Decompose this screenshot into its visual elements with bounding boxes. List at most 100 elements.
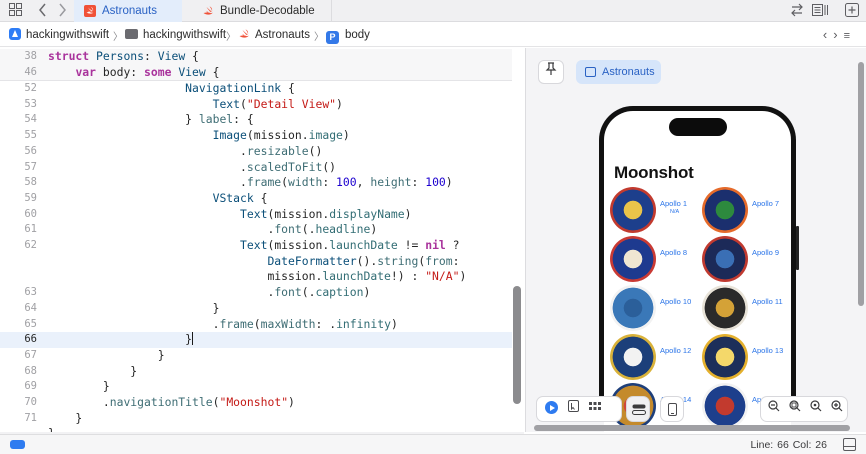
- breadcrumb-symbol[interactable]: Pbody: [326, 28, 370, 44]
- mission-cell[interactable]: Apollo 9: [696, 236, 788, 284]
- mission-cell[interactable]: Apollo 8: [604, 236, 696, 284]
- code-text: Text(mission.launchDate != nil ?: [240, 238, 460, 252]
- code-line[interactable]: 46 var body: some View {: [0, 64, 512, 81]
- code-line[interactable]: 54 } label: {: [0, 112, 512, 128]
- canvas-horizontal-scrollbar[interactable]: [534, 425, 850, 431]
- code-line[interactable]: 55 Image(mission.image): [0, 128, 512, 144]
- breadcrumb-folder[interactable]: hackingwithswift: [125, 28, 226, 42]
- line-number: 71: [24, 411, 37, 424]
- preview-device-label: Astronauts: [602, 66, 655, 78]
- code-editor[interactable]: 38 struct Persons: View {46 var body: som…: [0, 48, 524, 432]
- breadcrumb-separator-icon: 〉: [314, 32, 324, 43]
- line-number: 69: [24, 380, 37, 393]
- code-line[interactable]: 60 Text(mission.displayName): [0, 207, 512, 223]
- text-caret: [192, 332, 194, 346]
- code-line[interactable]: 53 Text("Detail View"): [0, 97, 512, 113]
- device-settings-icon: [632, 404, 646, 415]
- zoom-out-button[interactable]: [763, 397, 785, 421]
- mission-cell[interactable]: Apollo 7: [696, 187, 788, 235]
- issue-navigation: ‹›≡: [823, 27, 856, 42]
- line-number: 62: [24, 239, 37, 251]
- tab-label: Astronauts: [102, 5, 157, 17]
- code-line[interactable]: 70 .navigationTitle("Moonshot"): [0, 395, 512, 411]
- code-line[interactable]: 57 .scaledToFit(): [0, 160, 512, 176]
- line-number: 55: [24, 129, 37, 142]
- code-line[interactable]: 58 .frame(width: 100, height: 100): [0, 175, 512, 191]
- code-line[interactable]: 64 }: [0, 301, 512, 317]
- add-editor-icon[interactable]: [845, 3, 859, 21]
- code-line[interactable]: 38 struct Persons: View {: [0, 49, 512, 65]
- grid-icon[interactable]: [9, 3, 22, 20]
- code-text: Text("Detail View"): [212, 96, 343, 111]
- device-orientation-button[interactable]: [660, 396, 684, 422]
- code-text: DateFormatter().string(from:: [267, 253, 460, 268]
- editor-options-icon[interactable]: [812, 3, 830, 21]
- zoom-fit-button[interactable]: [784, 397, 806, 421]
- code-line[interactable]: 56 .resizable(): [0, 144, 512, 160]
- line-number: 57: [24, 160, 37, 173]
- previous-issue-icon[interactable]: ‹: [823, 27, 833, 42]
- pin-preview-button[interactable]: [538, 60, 564, 84]
- zoom-in-button[interactable]: [826, 397, 848, 421]
- code-text: mission.launchDate!) : "N/A"): [48, 269, 467, 284]
- code-line[interactable]: mission.launchDate!) : "N/A"): [0, 269, 512, 285]
- code-text: }: [48, 379, 110, 394]
- code-line[interactable]: 69 }: [0, 379, 512, 395]
- tab-astronauts[interactable]: Astronauts: [74, 0, 182, 22]
- code-line[interactable]: 71 }: [0, 411, 512, 427]
- mission-badge-image: [702, 285, 748, 331]
- mission-cell[interactable]: Apollo 10: [604, 285, 696, 333]
- code-text: }: [48, 300, 220, 315]
- code-line[interactable]: 68 }: [0, 364, 512, 380]
- code-line[interactable]: 62 Text(mission.launchDate != nil ?: [0, 238, 512, 254]
- mission-cell[interactable]: Apollo 11: [696, 285, 788, 333]
- iphone-screen[interactable]: Moonshot Apollo 1 N/A Apollo 7 Apollo 8 Apol…: [604, 111, 791, 432]
- code-line[interactable]: DateFormatter().string(from:: [0, 254, 512, 270]
- selectable-mode-button[interactable]: [562, 397, 584, 421]
- zoom-fit-icon: [789, 400, 801, 412]
- mission-badge-image: [610, 236, 656, 282]
- line-number: 67: [24, 348, 37, 361]
- device-settings-button[interactable]: [626, 396, 650, 422]
- live-mode-button[interactable]: [540, 397, 562, 421]
- code-line[interactable]: 67 }: [0, 348, 512, 364]
- zoom-actual-size-button[interactable]: [805, 397, 827, 421]
- code-text: .font(.caption): [48, 285, 371, 300]
- code-text: }: [48, 363, 138, 378]
- back-chevron-icon[interactable]: [38, 3, 48, 21]
- canvas-vertical-scrollbar[interactable]: [858, 62, 864, 306]
- forward-chevron-icon[interactable]: [57, 3, 67, 21]
- line-number: 60: [24, 207, 37, 220]
- line-number: 59: [24, 191, 37, 204]
- code-line[interactable]: 61 .font(.headline): [0, 222, 512, 238]
- grid-variants-icon: [589, 402, 601, 410]
- related-items-icon[interactable]: ≡: [844, 30, 856, 42]
- code-line[interactable]: 59 VStack {: [0, 191, 512, 207]
- inspector-toggle-icon[interactable]: [843, 438, 856, 451]
- breadcrumb-file[interactable]: Astronauts: [238, 28, 310, 42]
- next-issue-icon[interactable]: ›: [833, 27, 843, 42]
- debug-area-toggle-icon[interactable]: [10, 440, 25, 449]
- variants-button[interactable]: [584, 397, 606, 421]
- line-number: 64: [24, 301, 37, 314]
- code-line[interactable]: 52 NavigationLink {: [0, 81, 512, 97]
- mission-name: Apollo 8: [660, 248, 688, 257]
- code-line[interactable]: 63 .font(.caption): [0, 285, 512, 301]
- breadcrumb-separator-icon: 〉: [226, 32, 236, 43]
- mission-cell[interactable]: Apollo 13: [696, 334, 788, 382]
- mission-cell[interactable]: Apollo 1 N/A: [604, 187, 696, 235]
- tab-bundle-decodable[interactable]: Bundle-Decodable: [182, 0, 332, 22]
- editor-scrollbar[interactable]: [513, 286, 521, 404]
- code-line-current[interactable]: 66 }: [0, 332, 512, 348]
- folder-icon: [125, 29, 138, 39]
- preview-device-button[interactable]: Astronauts: [576, 60, 661, 84]
- code-text: .frame(maxWidth: .infinity): [48, 316, 398, 331]
- phone-icon: [668, 403, 677, 416]
- swap-arrows-icon[interactable]: [790, 3, 804, 21]
- code-line[interactable]: 65 .frame(maxWidth: .infinity): [0, 317, 512, 333]
- mission-cell[interactable]: Apollo 12: [604, 334, 696, 382]
- zoom-controls: [760, 396, 848, 422]
- breadcrumb-project[interactable]: hackingwithswift: [9, 28, 109, 42]
- mission-name: Apollo 9: [752, 248, 780, 257]
- line-number: 63: [24, 286, 37, 299]
